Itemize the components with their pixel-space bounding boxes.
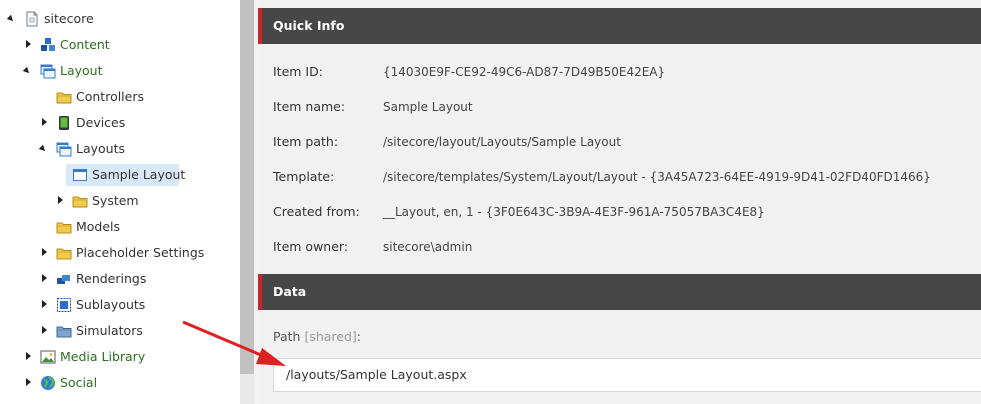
info-label: Item path: [273, 134, 339, 149]
expand-arrow-icon[interactable] [40, 294, 50, 316]
tree-node-label: sitecore [44, 11, 94, 26]
info-label: Template: [273, 169, 335, 184]
folder-icon [56, 219, 72, 235]
expand-arrow-icon[interactable] [40, 242, 50, 264]
info-row-item-owner: Item owner: sitecore\admin [273, 238, 973, 256]
tree-node-sample-layout[interactable]: Sample Layout [0, 164, 240, 186]
tree-node-sublayouts[interactable]: Sublayouts [0, 294, 240, 316]
expand-arrow-icon[interactable] [40, 112, 50, 134]
info-value-link[interactable]: /sitecore/templates/System/Layout/Layout… [383, 168, 931, 186]
expand-arrow-icon[interactable] [40, 268, 50, 290]
tree-node-renderings[interactable]: Renderings [0, 268, 240, 290]
folder-icon [72, 193, 88, 209]
tree-node-label: System [92, 193, 139, 208]
folder-icon [56, 245, 72, 261]
tree-node-label: Sample Layout [92, 167, 186, 182]
section-title: Data [273, 284, 307, 299]
layout-windows-icon [40, 63, 56, 79]
scrollbar-thumb[interactable] [240, 0, 254, 374]
tree-node-label: Devices [76, 115, 126, 130]
path-label-colon: : [356, 329, 362, 344]
info-row-template: Template: /sitecore/templates/System/Lay… [273, 168, 973, 186]
content-tree: sitecore Content Layout Controllers Devi… [0, 0, 240, 404]
expand-arrow-icon[interactable] [56, 190, 66, 212]
tree-node-sitecore[interactable]: sitecore [0, 8, 240, 30]
path-field-label: Path [shared]: [273, 329, 361, 344]
shared-tag: [shared] [304, 329, 357, 344]
tree-node-content[interactable]: Content [0, 34, 240, 56]
path-input[interactable]: /layouts/Sample Layout.aspx [273, 358, 981, 392]
sublayouts-icon [56, 297, 72, 313]
expand-arrow-icon[interactable] [24, 372, 34, 394]
tree-node-label: Simulators [76, 323, 143, 338]
content-cubes-icon [40, 37, 56, 53]
tree-node-social[interactable]: Social [0, 372, 240, 394]
collapse-arrow-icon[interactable] [40, 138, 50, 160]
tree-node-label: Sublayouts [76, 297, 146, 312]
tree-node-controllers[interactable]: Controllers [0, 86, 240, 108]
tree-node-layout[interactable]: Layout [0, 60, 240, 82]
tree-node-label: Placeholder Settings [76, 245, 205, 260]
collapse-arrow-icon[interactable] [24, 60, 34, 82]
info-label: Item owner: [273, 239, 349, 254]
globe-icon [40, 375, 56, 391]
tree-node-placeholder-settings[interactable]: Placeholder Settings [0, 242, 240, 264]
window-icon [72, 167, 88, 183]
tree-scrollbar[interactable] [240, 0, 258, 404]
info-value: /sitecore/layout/Layouts/Sample Layout [383, 135, 621, 149]
collapse-arrow-icon[interactable] [8, 8, 18, 30]
tree-node-label: Content [60, 37, 110, 52]
tree-node-label: Models [76, 219, 121, 234]
folder-icon [56, 89, 72, 105]
expand-arrow-icon[interactable] [24, 34, 34, 56]
info-label: Item ID: [273, 64, 323, 79]
image-icon [40, 349, 56, 365]
tree-node-label: Layout [60, 63, 103, 78]
info-value: sitecore\admin [383, 240, 473, 254]
tree-node-devices[interactable]: Devices [0, 112, 240, 134]
device-icon [56, 115, 72, 131]
tree-node-layouts[interactable]: Layouts [0, 138, 240, 160]
tree-node-label: Controllers [76, 89, 144, 104]
info-value: {14030E9F-CE92-49C6-AD87-7D49B50E42EA} [383, 65, 666, 79]
tree-node-label: Renderings [76, 271, 147, 286]
layouts-windows-icon [56, 141, 72, 157]
quick-info-header[interactable]: Quick Info [258, 8, 981, 44]
info-value-link[interactable]: __Layout, en, 1 - {3F0E643C-3B9A-4E3F-96… [383, 203, 765, 221]
tree-node-label: Layouts [76, 141, 126, 156]
tree-node-media-library[interactable]: Media Library [0, 346, 240, 368]
tree-node-models[interactable]: Models [0, 216, 240, 238]
tree-node-label: Media Library [60, 349, 146, 364]
info-row-created-from: Created from: __Layout, en, 1 - {3F0E643… [273, 203, 973, 221]
item-editor: Quick Info Item ID: {14030E9F-CE92-49C6-… [258, 0, 981, 404]
info-row-item-id: Item ID: {14030E9F-CE92-49C6-AD87-7D49B5… [273, 63, 973, 81]
section-title: Quick Info [273, 18, 345, 33]
info-label: Item name: [273, 99, 346, 114]
expand-arrow-icon[interactable] [24, 346, 34, 368]
folder-icon [56, 323, 72, 339]
expand-arrow-icon[interactable] [40, 320, 50, 342]
info-row-item-name: Item name: Sample Layout [273, 98, 973, 116]
tree-node-simulators[interactable]: Simulators [0, 320, 240, 342]
document-icon [24, 11, 40, 27]
renderings-icon [56, 271, 72, 287]
tree-node-label: Social [60, 375, 98, 390]
info-value: Sample Layout [383, 100, 473, 114]
info-row-item-path: Item path: /sitecore/layout/Layouts/Samp… [273, 133, 973, 151]
data-section-header[interactable]: Data [258, 274, 981, 310]
info-label: Created from: [273, 204, 360, 219]
tree-node-system[interactable]: System [0, 190, 240, 212]
path-label-text: Path [273, 329, 301, 344]
